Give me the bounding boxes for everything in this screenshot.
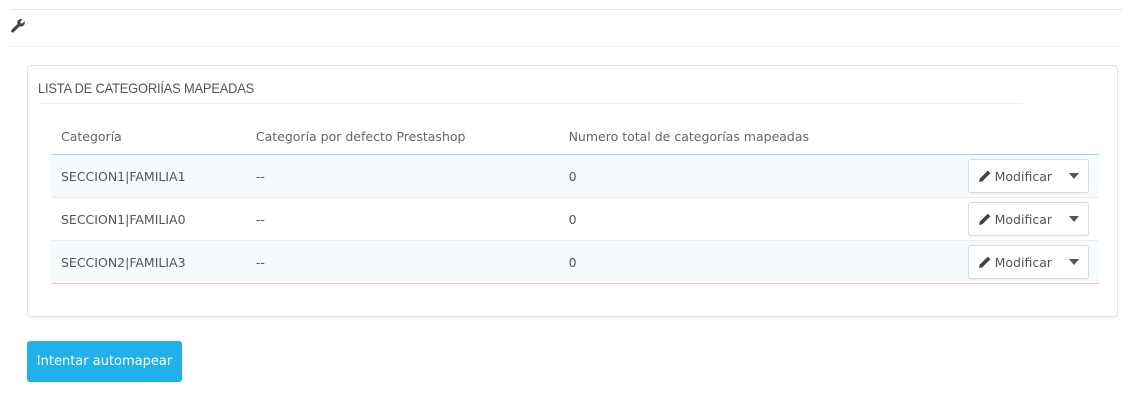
cell-defecto: --	[245, 240, 559, 284]
header-total-mapeadas: Numero total de categorías mapeadas	[558, 118, 958, 155]
modificar-button[interactable]: Modificar	[969, 160, 1060, 192]
cell-defecto: --	[245, 154, 559, 198]
header-categoria-defecto: Categoría por defecto Prestashop	[245, 118, 559, 155]
pencil-icon	[978, 213, 991, 225]
top-divider	[10, 9, 1122, 10]
cell-defecto: --	[245, 197, 559, 241]
toolbar-divider	[10, 46, 1122, 47]
caret-down-icon	[1069, 173, 1079, 179]
mapped-categories-table: Categoría Categoría por defecto Prestash…	[51, 118, 1099, 284]
automap-button[interactable]: Intentar automapear	[27, 341, 182, 382]
table-row: SECCION1|FAMILIA0 -- 0 Modificar	[51, 197, 1099, 241]
table-header-row: Categoría Categoría por defecto Prestash…	[51, 118, 1099, 155]
header-categoria: Categoría	[51, 118, 246, 155]
panel-title: LISTA DE CATEGORIÍAS MAPEADAS	[38, 76, 1023, 104]
row-action-group: Modificar	[967, 245, 1089, 279]
actions-dropdown-toggle[interactable]	[1060, 246, 1088, 278]
table-row: SECCION1|FAMILIA1 -- 0 Modificar	[51, 154, 1099, 198]
toolbar-wrench[interactable]	[10, 18, 28, 38]
modificar-label: Modificar	[994, 254, 1052, 270]
pencil-icon	[978, 170, 991, 182]
caret-down-icon	[1069, 216, 1079, 222]
modificar-label: Modificar	[994, 211, 1052, 227]
pencil-icon	[978, 256, 991, 268]
cell-actions: Modificar	[957, 240, 1099, 284]
caret-down-icon	[1069, 259, 1079, 265]
modificar-label: Modificar	[994, 168, 1052, 184]
row-action-group: Modificar	[967, 159, 1089, 193]
cell-total: 0	[558, 154, 958, 198]
cell-categoria: SECCION2|FAMILIA3	[51, 240, 246, 284]
modificar-button[interactable]: Modificar	[969, 246, 1060, 278]
cell-actions: Modificar	[957, 197, 1099, 241]
cell-categoria: SECCION1|FAMILIA0	[51, 197, 246, 241]
table-row: SECCION2|FAMILIA3 -- 0 Modificar	[51, 240, 1099, 284]
cell-total: 0	[558, 197, 958, 241]
actions-dropdown-toggle[interactable]	[1060, 203, 1088, 235]
header-actions	[957, 118, 1099, 155]
modificar-button[interactable]: Modificar	[969, 203, 1060, 235]
cell-total: 0	[558, 240, 958, 284]
cell-actions: Modificar	[957, 154, 1099, 198]
cell-categoria: SECCION1|FAMILIA1	[51, 154, 246, 198]
wrench-icon	[11, 18, 25, 33]
actions-dropdown-toggle[interactable]	[1060, 160, 1088, 192]
mapped-categories-panel: LISTA DE CATEGORIÍAS MAPEADAS Categoría …	[27, 65, 1118, 317]
row-action-group: Modificar	[967, 202, 1089, 236]
